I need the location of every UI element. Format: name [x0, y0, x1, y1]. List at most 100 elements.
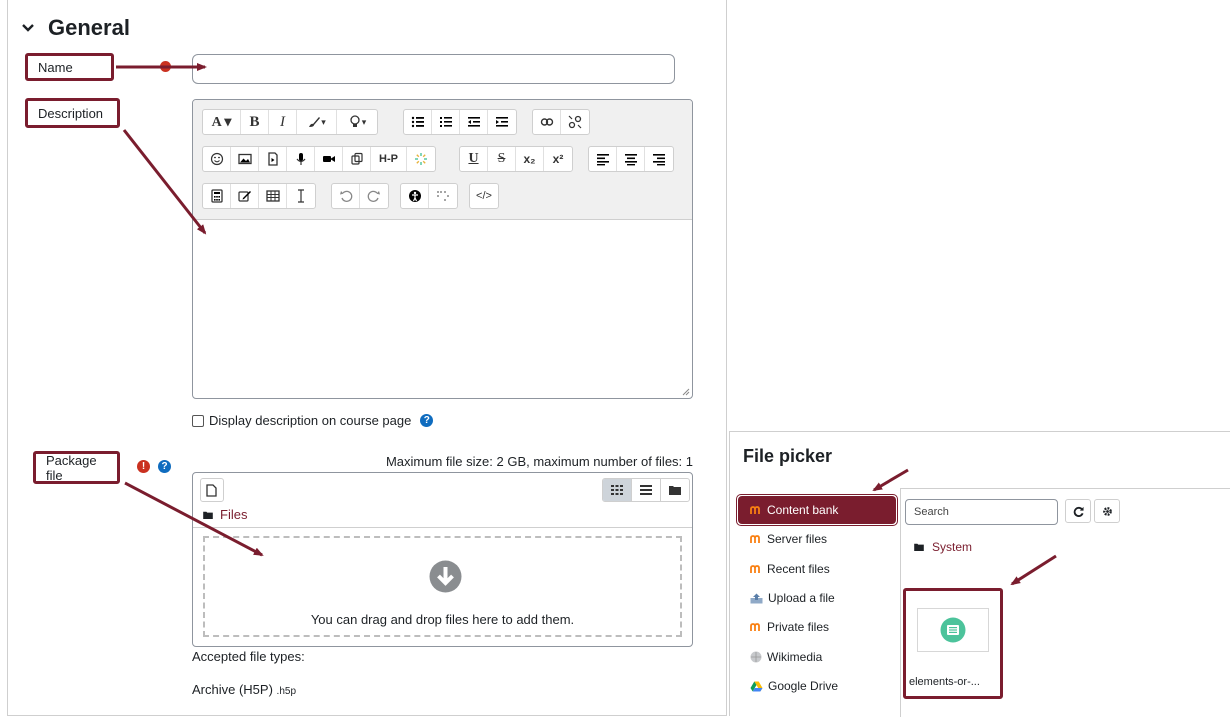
numbered-list-button[interactable]: [432, 110, 460, 134]
record-audio-button[interactable]: [287, 147, 315, 171]
wikimedia-icon: [750, 651, 762, 663]
repository-private-files[interactable]: Private files: [738, 613, 896, 641]
display-description-row: Display description on course page ?: [192, 413, 434, 428]
link-button[interactable]: [533, 110, 561, 134]
html-button[interactable]: </>: [470, 184, 498, 208]
tree-view-button[interactable]: [660, 479, 689, 501]
resize-handle-icon[interactable]: [682, 388, 690, 396]
chevron-down-icon: [22, 24, 34, 32]
refresh-button[interactable]: [1065, 499, 1091, 523]
text-color-button[interactable]: ▾: [297, 110, 337, 134]
copy-icon: [350, 152, 363, 165]
repository-recent-files[interactable]: Recent files: [738, 555, 896, 583]
subscript-button[interactable]: x₂: [516, 147, 544, 171]
accepted-types-label: Accepted file types:: [192, 649, 305, 664]
media-button[interactable]: [259, 147, 287, 171]
divider: [193, 527, 692, 528]
link-icon: [540, 118, 553, 126]
package-file-label-text: Package file: [46, 452, 97, 483]
repository-google-drive[interactable]: Google Drive: [738, 672, 896, 700]
loading-button[interactable]: [407, 147, 435, 171]
screen-reader-button[interactable]: [429, 184, 457, 208]
record-video-button[interactable]: [315, 147, 343, 171]
file-icon: [206, 483, 217, 497]
highlight-button[interactable]: ▾: [337, 110, 377, 134]
media-file-icon: [267, 152, 278, 166]
grid-icon: [611, 485, 623, 495]
list-view-button[interactable]: [631, 479, 660, 501]
help-icon[interactable]: ?: [158, 460, 171, 473]
h5p-file-icon: [940, 617, 966, 643]
accessibility-checker-button[interactable]: [401, 184, 429, 208]
editor-content-area[interactable]: [193, 220, 692, 398]
help-icon[interactable]: ?: [420, 414, 434, 427]
undo-icon: [339, 190, 352, 202]
clear-formatting-button[interactable]: [287, 184, 315, 208]
undo-button[interactable]: [332, 184, 360, 208]
repository-upload-a-file[interactable]: Upload a file: [738, 584, 896, 612]
unlink-button[interactable]: [561, 110, 589, 134]
folder-icon: [914, 543, 924, 551]
files-breadcrumb[interactable]: Files: [203, 507, 247, 522]
bold-button[interactable]: B: [241, 110, 269, 134]
underline-button[interactable]: U: [460, 147, 488, 171]
font-size-button[interactable]: A ▾: [203, 110, 241, 134]
required-icon: !: [137, 460, 150, 473]
editor-toolbar: A ▾ B I ▾ ▾ H-P U S x₂ x² </>: [193, 100, 692, 220]
italic-button[interactable]: I: [269, 110, 297, 134]
toolbar-group-accessibility: [400, 183, 458, 209]
section-header-general[interactable]: General: [20, 15, 130, 41]
description-editor[interactable]: A ▾ B I ▾ ▾ H-P U S x₂ x² </>: [192, 99, 693, 399]
toolbar-group-links: [532, 109, 590, 135]
edit-button[interactable]: [231, 184, 259, 208]
indent-icon: [496, 117, 508, 127]
file-drop-zone[interactable]: You can drag and drop files here to add …: [203, 536, 682, 637]
refresh-icon: [1073, 506, 1084, 517]
files-link[interactable]: Files: [220, 507, 247, 522]
moodle-icon: [750, 564, 762, 574]
description-label-text: Description: [38, 105, 104, 121]
accepted-type-ext: .h5p: [276, 686, 297, 697]
settings-button[interactable]: [1094, 499, 1120, 523]
repository-label: Upload a file: [768, 591, 835, 605]
redo-button[interactable]: [360, 184, 388, 208]
align-center-icon: [624, 154, 637, 166]
add-file-button[interactable]: [200, 478, 224, 502]
toolbar-group-html: </>: [469, 183, 499, 209]
h5p-button[interactable]: H-P: [371, 147, 407, 171]
name-input[interactable]: [192, 54, 675, 84]
strikethrough-button[interactable]: S: [488, 147, 516, 171]
display-description-checkbox[interactable]: [192, 414, 204, 427]
indent-button[interactable]: [488, 110, 516, 134]
equation-button[interactable]: [203, 184, 231, 208]
copy-button[interactable]: [343, 147, 371, 171]
repository-label: Server files: [767, 532, 828, 546]
toolbar-group-format: U S x₂ x²: [459, 146, 573, 172]
search-input[interactable]: Search: [905, 499, 1058, 525]
file-thumbnail: [917, 608, 989, 652]
file-name: elements-or-...: [909, 676, 980, 688]
icon-view-button[interactable]: [603, 479, 631, 501]
table-button[interactable]: [259, 184, 287, 208]
repository-wikimedia[interactable]: Wikimedia: [738, 643, 896, 671]
redo-icon: [367, 190, 380, 202]
folder-icon: [203, 511, 213, 519]
folder-system-label[interactable]: System: [932, 540, 972, 554]
brush-icon: [309, 117, 321, 127]
lightbulb-icon: [350, 115, 360, 127]
table-icon: [265, 190, 280, 202]
display-description-label: Display description on course page: [209, 413, 412, 428]
bulleted-list-button[interactable]: [404, 110, 432, 134]
emoji-button[interactable]: [203, 147, 231, 171]
align-left-button[interactable]: [589, 147, 617, 171]
align-center-button[interactable]: [617, 147, 645, 171]
file-item[interactable]: elements-or-...: [903, 588, 1003, 699]
folder-system[interactable]: System: [914, 540, 972, 554]
moodle-icon: [750, 534, 762, 544]
superscript-button[interactable]: x²: [544, 147, 572, 171]
image-button[interactable]: [231, 147, 259, 171]
outdent-button[interactable]: [460, 110, 488, 134]
align-right-button[interactable]: [645, 147, 673, 171]
list-icon: [640, 485, 652, 495]
repository-server-files[interactable]: Server files: [738, 525, 896, 553]
